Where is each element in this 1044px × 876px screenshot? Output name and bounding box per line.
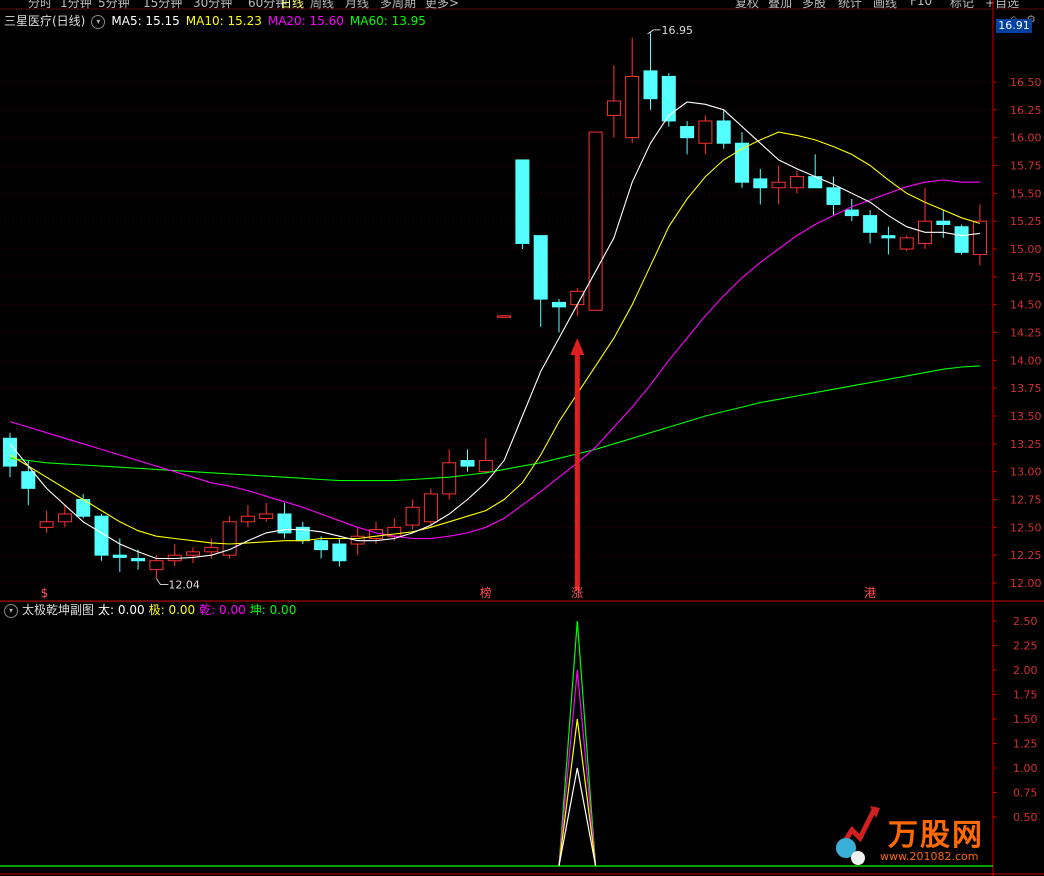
ma5-line [9, 101, 980, 560]
brand-name: 万股网 [888, 818, 984, 853]
sub-series-坤 [558, 620, 597, 867]
event-marker: 港 [864, 586, 876, 600]
candle [844, 209, 859, 217]
y-tick-label: 16.25 [1010, 104, 1042, 117]
y-tick-label: 13.00 [1010, 466, 1042, 479]
y-tick-label: 15.75 [1010, 160, 1042, 173]
y-tick-label: 14.75 [1010, 271, 1042, 284]
high-pointer [647, 29, 661, 35]
sub-series-太 [558, 767, 597, 867]
candle [698, 120, 713, 144]
y-tick-label: 13.75 [1010, 382, 1042, 395]
y-tick-label: 12.75 [1010, 494, 1042, 507]
y-tick-label: 2.50 [1013, 615, 1038, 628]
candle [314, 540, 329, 551]
candle [753, 178, 768, 189]
candle [423, 493, 438, 523]
candle [240, 515, 255, 523]
candle [954, 226, 969, 253]
candle [21, 471, 36, 489]
candle [332, 543, 347, 562]
y-tick-label: 16.50 [1010, 76, 1042, 89]
candle [186, 551, 200, 556]
y-tick-label: 15.00 [1010, 243, 1042, 256]
candle [588, 131, 603, 311]
candle [131, 558, 146, 562]
candle [112, 554, 127, 558]
y-tick-label: 1.75 [1013, 689, 1038, 702]
candle [442, 462, 457, 495]
y-tick-label: 12.00 [1010, 577, 1042, 590]
candle [606, 100, 621, 116]
y-tick-label: 1.25 [1013, 738, 1038, 751]
candle [552, 301, 566, 308]
candle [643, 70, 658, 100]
y-tick-label: 2.25 [1013, 640, 1038, 653]
candle [863, 215, 878, 233]
y-tick-label: 13.50 [1010, 410, 1042, 423]
candle [515, 159, 530, 244]
event-marker: $ [41, 586, 49, 600]
y-tick-label: 0.75 [1013, 787, 1038, 800]
candle [460, 460, 475, 467]
bull-logo-icon [835, 806, 880, 865]
candle [533, 235, 548, 300]
event-marker: 榜 [480, 585, 492, 600]
y-tick-label: 16.00 [1010, 132, 1042, 145]
y-tick-label: 15.25 [1010, 215, 1042, 228]
y-tick-label: 13.25 [1010, 438, 1042, 451]
y-tick-label: 2.00 [1013, 664, 1038, 677]
candle [625, 75, 640, 139]
candle [259, 513, 274, 519]
low-label: 12.04 [168, 579, 200, 592]
candle [972, 220, 987, 256]
candle [39, 521, 54, 528]
y-tick-label: 15.50 [1010, 187, 1042, 200]
candle [661, 75, 676, 122]
candle [57, 513, 72, 523]
arrow-shaft [574, 350, 580, 590]
candle [881, 235, 896, 239]
candle [149, 560, 164, 571]
y-tick-label: 14.25 [1010, 327, 1042, 340]
candle [789, 176, 804, 189]
candle [570, 290, 585, 306]
y-tick-label: 12.25 [1010, 549, 1042, 562]
candle [3, 437, 17, 467]
y-tick-label: 1.50 [1013, 713, 1038, 726]
event-marker: 涨 [571, 585, 583, 600]
brand-url: www.201082.com [880, 850, 979, 863]
candle [716, 120, 731, 144]
y-tick-label: 14.00 [1010, 354, 1042, 367]
candle [497, 315, 512, 318]
ma20-line [9, 179, 980, 540]
y-tick-label: 14.50 [1010, 299, 1042, 312]
kline-chart[interactable]: 12.00 12.25 12.50 12.75 13.00 13.25 13.50 13.75… [0, 0, 1044, 876]
candle [899, 237, 914, 250]
brand-watermark: 万股网 www.201082.com [830, 800, 1020, 870]
candle [478, 460, 493, 473]
y-tick-label: 1.00 [1013, 762, 1038, 775]
candle [680, 126, 695, 139]
candle [826, 187, 841, 205]
ma60-line [9, 365, 980, 482]
candle [936, 220, 951, 226]
candle [405, 506, 420, 526]
high-label: 16.95 [662, 24, 694, 37]
candle [204, 546, 219, 553]
y-tick-label: 12.50 [1010, 521, 1042, 534]
arrow-head [570, 338, 585, 355]
candle [771, 181, 786, 189]
low-pointer [155, 578, 169, 586]
